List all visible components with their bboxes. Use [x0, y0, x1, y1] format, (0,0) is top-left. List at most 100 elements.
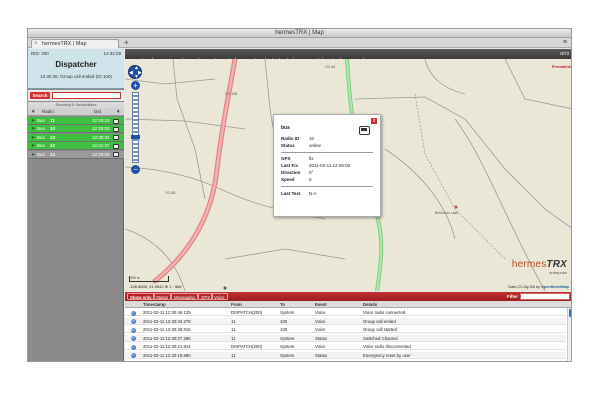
filter-voice[interactable]: Voice	[211, 293, 228, 300]
event-row[interactable]: 2011-02-11 12:30:28.816 11 100 Voice Group c…	[125, 326, 566, 334]
event-from: DISPATCH(200)	[231, 310, 263, 315]
unit-info-popup: x bus Radio ID 10 Status online GPS fix Las…	[273, 114, 381, 217]
column-to[interactable]: To	[280, 301, 310, 308]
radio-signal-icon: ➤	[31, 134, 36, 141]
event-timestamp: 2011-02-11 12:30:46.125	[143, 310, 191, 315]
column-radio[interactable]: Radio	[42, 108, 54, 116]
subscriber-last-seen: 12:30:34	[92, 134, 110, 140]
scale-bar: 300 m	[129, 276, 169, 282]
road-label: CO-66	[325, 65, 336, 69]
zoom-in-button[interactable]: +	[131, 81, 140, 90]
filter-show-only[interactable]: Show only	[127, 293, 155, 300]
filter-input[interactable]	[520, 293, 570, 300]
subscriber-last-seen: 12:25:03	[92, 126, 110, 132]
sort-toggle-icon[interactable]: ▼	[31, 108, 35, 116]
column-timestamp[interactable]: Timestamp	[143, 301, 228, 308]
event-scrollbar[interactable]	[567, 308, 571, 361]
event-details: Emergency reset by user	[363, 352, 411, 358]
bus-icon	[113, 126, 119, 132]
bus-icon	[113, 152, 119, 158]
road-minor	[424, 59, 466, 95]
event-type: Voice	[315, 344, 326, 349]
subscriber-row[interactable]: ➤ Bus 12 12:31:37	[28, 142, 124, 151]
search-button[interactable]: Search	[30, 92, 50, 99]
column-event[interactable]: Event	[315, 301, 360, 308]
zoom-control: ▲ ◀ ▶ ▼ + −	[128, 65, 142, 175]
event-to: 100	[280, 327, 288, 332]
event-filter-bar: Show only Status Messaging GPS Voice Fil…	[125, 292, 571, 301]
popup-close-button[interactable]: x	[371, 118, 377, 124]
event-to: 100	[280, 318, 288, 324]
event-timestamp: 2011-02-11 12:30:19.880	[143, 352, 191, 358]
popup-field: Radio ID 10	[281, 136, 315, 141]
zoom-out-button[interactable]: −	[131, 165, 140, 174]
event-timestamp: 2011-02-11 12:30:21.914	[143, 344, 191, 349]
browser-tab[interactable]: × hermesTRX | Map	[31, 39, 119, 48]
subscriber-name: Bus	[37, 126, 45, 132]
zoom-slider-handle[interactable]	[131, 135, 140, 139]
filter-status[interactable]: Status	[153, 293, 172, 300]
last-status-text: 12:30:35: Group call ended (ID 100)	[40, 74, 112, 79]
poi-marker-icon	[454, 205, 458, 209]
popup-field: Direction 0°	[281, 170, 314, 175]
event-row[interactable]: 2011-02-11 12:30:46.125 DISPATCH(200) Syst…	[125, 309, 566, 317]
subscriber-row[interactable]: ➤ Bus 14 12:26:59	[28, 150, 124, 159]
popup-title: bus	[281, 125, 290, 131]
column-last[interactable]: last	[94, 108, 101, 116]
subscriber-id: 14	[50, 151, 56, 157]
popup-field: Last Text N.A.	[281, 191, 318, 196]
column-from[interactable]: From	[231, 301, 276, 308]
event-log-panel: Show only Status Messaging GPS Voice Fil…	[125, 292, 571, 361]
subscriber-row[interactable]: ➤ Bus 11 12:20:10	[28, 117, 124, 125]
event-from: DISPATCH(200)	[231, 344, 263, 349]
radio-signal-icon: ➤	[31, 143, 36, 150]
event-from: 11	[231, 335, 236, 341]
search-row: Search	[28, 90, 124, 101]
event-row[interactable]: 2011-02-11 12:30:19.880 11 System Status Eme…	[125, 351, 566, 359]
event-row[interactable]: 2011-02-11 12:30:21.914 DISPATCH(200) Syst…	[125, 343, 566, 351]
event-type-icon	[131, 336, 136, 341]
menu-icon[interactable]: ≡	[563, 38, 567, 47]
filter-messaging[interactable]: Messaging	[171, 293, 198, 300]
road-label: CO-58	[165, 191, 176, 195]
event-from: 11	[231, 318, 236, 324]
radio-signal-icon: ➤	[31, 118, 36, 124]
road-minor	[172, 59, 206, 200]
road-minor	[384, 148, 456, 240]
attribution-link[interactable]: OpenStreetMap	[541, 285, 569, 289]
pan-control[interactable]: ▲ ◀ ▶ ▼	[128, 65, 142, 80]
subscriber-name: Bus	[37, 151, 45, 157]
subscriber-name: Bus	[37, 134, 45, 140]
permalink-text[interactable]: Permalink	[552, 64, 571, 69]
event-type-icon	[131, 310, 136, 316]
subscriber-name: Bus	[37, 143, 45, 149]
tab-close-icon[interactable]: ×	[34, 40, 38, 48]
pan-left-icon[interactable]: ◀	[129, 70, 133, 76]
event-details: Group call started	[363, 327, 397, 332]
user-info-box: RID: 200 12:32:29 Dispatcher 12:30:35: G…	[28, 49, 124, 89]
permalink-link[interactable]: Permalink	[552, 64, 571, 69]
event-row[interactable]: 2011-02-11 12:30:34.278 11 100 Voice Group c…	[125, 317, 566, 325]
map-view[interactable]: CO-158 CO-58 CO-66 Brinkman Lake ▲ ◀ ▶ ▼…	[125, 59, 571, 291]
event-type: Voice	[315, 310, 326, 315]
radio-signal-icon: ➤	[31, 151, 36, 158]
event-type: Status	[315, 352, 328, 358]
pan-down-icon[interactable]: ▼	[134, 75, 139, 80]
scrollbar-thumb[interactable]	[569, 309, 571, 317]
popup-field: Speed 0	[281, 177, 312, 182]
event-row[interactable]: 2011-02-11 12:30:27.286 11 System Status Swi…	[125, 334, 566, 342]
search-input[interactable]	[52, 92, 121, 99]
main-nav: OverviewMessagesLogGoogle EarthReporting…	[125, 49, 571, 67]
new-tab-button[interactable]: +	[124, 38, 129, 47]
subscriber-row[interactable]: ➤ Bus 10 12:25:03	[28, 125, 124, 134]
browser-tab-bar: × hermesTRX | Map + ≡	[28, 38, 571, 48]
column-type[interactable]: ▼	[116, 108, 120, 116]
column-details[interactable]: Details	[363, 301, 553, 308]
title-bar: hermesTRX | Map	[28, 29, 571, 44]
subscriber-panel: RID: 200 12:32:29 Dispatcher 12:30:35: G…	[28, 49, 124, 361]
poi-marker-icon	[223, 286, 227, 290]
zoom-slider-track[interactable]	[132, 92, 139, 163]
event-details: Voice radio connected	[363, 310, 406, 315]
subscriber-row[interactable]: ➤ Bus 13 12:30:34	[28, 133, 124, 142]
bus-icon	[113, 143, 119, 149]
